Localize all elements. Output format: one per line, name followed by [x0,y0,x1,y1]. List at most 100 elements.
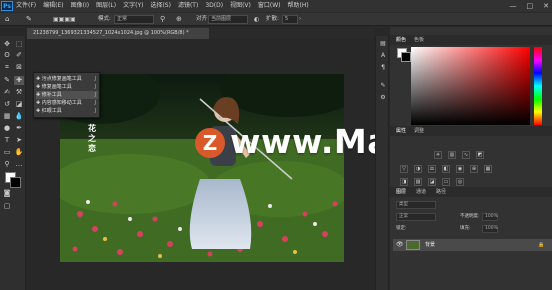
eraser-icon[interactable]: ◪ [14,100,24,109]
menu-help[interactable]: 帮助(H) [288,0,309,12]
shape-icon[interactable]: ▭ [2,148,12,157]
posterize-icon[interactable]: ▨ [414,178,422,186]
curves-icon[interactable]: ∿ [462,151,470,159]
gradient-map-icon[interactable]: ▭ [442,178,450,186]
invert-icon[interactable]: ◨ [400,178,408,186]
tab-adjustments[interactable]: 调整 [414,126,424,136]
panel-background-swatch[interactable] [401,52,411,62]
flyout-item-selected[interactable]: ✚ 修补工具 J [36,91,98,99]
exposure-icon[interactable]: ◩ [476,151,484,159]
red-eye-icon: ✚ [36,108,41,114]
bw-icon[interactable]: ◧ [442,165,450,173]
flyout-item[interactable]: ✚ 修复画笔工具 J [36,83,98,91]
gradient-icon[interactable]: ▦ [2,112,12,121]
healing-brush-tool-icon[interactable]: ✚ [14,76,24,85]
blur-icon[interactable]: 💧 [14,112,24,121]
sample-select[interactable]: 当前图层 [208,15,248,24]
healing-tools-flyout: ✚ 污点修复画笔工具 J ✚ 修复画笔工具 J ✚ 修补工具 J ✚ 内容感知移… [33,72,100,118]
mixer-icon[interactable]: ⊕ [470,165,478,173]
background-color-swatch[interactable] [10,177,21,188]
eyedropper-icon[interactable]: ✎ [2,76,12,85]
flyout-item[interactable]: ✚ 内容感知移动工具 J [36,99,98,107]
zoom-icon[interactable]: ⚲ [2,160,12,169]
canvas-photo[interactable] [60,74,344,262]
maximize-button[interactable]: □ [527,0,534,12]
window-controls: — □ ✕ [510,0,550,12]
hue-icon[interactable]: ◑ [414,165,422,173]
hand-icon[interactable]: ✋ [14,148,24,157]
close-button[interactable]: ✕ [543,0,549,12]
menu-view[interactable]: 视图(V) [230,0,251,12]
spread-input[interactable]: 5 [282,15,298,24]
quick-select-icon[interactable]: ✐ [14,51,24,60]
frame-icon[interactable]: ⊠ [14,63,24,72]
flyout-item[interactable]: ✚ 红眼工具 J [36,107,98,115]
vibrance-icon[interactable]: ▽ [400,165,408,173]
lookup-icon[interactable]: ▦ [484,165,492,173]
home-icon[interactable]: ⌂ [5,15,9,24]
document-tab[interactable]: 21238799_1369321334527_1024x1024.jpg @ 1… [27,28,209,39]
ignore-adjust-icon[interactable]: ◐ [254,15,259,24]
spot-healing-icon: ✚ [36,76,41,82]
marquee-icon[interactable]: ⬚ [14,40,24,49]
quick-mask-icon[interactable]: ◙ [2,189,12,198]
sample-mode-icons[interactable]: ▣▣▣▣ [53,15,76,24]
tab-channels[interactable]: 通道 [416,187,426,197]
layers-panel-tabs: 图层 通道 路径 [390,187,552,197]
healing-brush-icon[interactable]: ✎ [26,15,32,24]
minimize-button[interactable]: — [510,0,517,12]
blend-mode-select[interactable]: 正常 [396,213,436,221]
tab-color[interactable]: 颜色 [396,35,406,45]
photo-filter-icon[interactable]: ◉ [456,165,464,173]
tool-bar: ✥ ⬚ ʘ ✐ ⌗ ⊠ ✎ ✚ ✍ ⚒ ↺ ◪ ▦ 💧 ● ✒ T ➤ ▭ ✋ … [0,36,26,290]
brightness-icon[interactable]: ☀ [434,151,442,159]
hue-slider[interactable] [534,47,542,125]
menu-type[interactable]: 文字(Y) [123,0,143,12]
fill-input[interactable]: 100% [482,225,498,233]
character-panel-icon[interactable]: A [379,52,387,60]
tool-presets-icon[interactable]: ⚙ [379,94,387,102]
move-icon[interactable]: ✥ [2,40,12,49]
path-select-icon[interactable]: ➤ [14,136,24,145]
target-icon[interactable]: ⊕ [176,15,182,24]
tab-properties[interactable]: 属性 [396,126,406,136]
menu-image[interactable]: 图像(I) [71,0,89,12]
menu-edit[interactable]: 编辑(E) [43,0,63,12]
menu-filter[interactable]: 滤镜(T) [178,0,198,12]
flyout-item[interactable]: ✚ 污点修复画笔工具 J [36,75,98,83]
paragraph-panel-icon[interactable]: ¶ [379,64,387,72]
history-panel-icon[interactable]: ▤ [379,40,387,48]
pen-icon[interactable]: ✒ [14,124,24,133]
balance-icon[interactable]: ⚖ [428,165,436,173]
align-label[interactable]: 对齐 [196,15,207,24]
menu-file[interactable]: 文件(F) [16,0,36,12]
pin-icon[interactable]: ⚲ [160,15,165,24]
layer-filter-select[interactable]: 类型 [396,201,436,209]
menu-window[interactable]: 窗口(W) [258,0,281,12]
tab-paths[interactable]: 路径 [436,187,446,197]
menu-layer[interactable]: 图层(L) [96,0,116,12]
visibility-eye-icon[interactable]: 👁 [396,239,404,251]
opacity-input[interactable]: 100% [482,213,498,221]
crop-icon[interactable]: ⌗ [2,63,12,72]
color-picker-field[interactable] [411,47,530,125]
brush-icon[interactable]: ✍ [2,88,12,97]
history-brush-icon[interactable]: ↺ [2,100,12,109]
dodge-icon[interactable]: ● [2,124,12,133]
type-icon[interactable]: T [2,136,12,145]
tab-layers[interactable]: 图层 [396,187,406,197]
menu-3d[interactable]: 3D(D) [205,0,223,12]
flyout-shortcut: J [94,100,96,106]
spread-arrow-icon[interactable]: › [299,15,301,24]
menu-select[interactable]: 选择(S) [150,0,171,12]
screen-mode-icon[interactable]: ▢ [2,202,12,211]
mode-select[interactable]: 正常 [114,15,154,24]
more-tools-icon[interactable]: … [14,160,24,169]
threshold-icon[interactable]: ◪ [428,178,436,186]
tab-swatches[interactable]: 色板 [414,35,424,45]
levels-icon[interactable]: ▥ [448,151,456,159]
lasso-icon[interactable]: ʘ [2,51,12,60]
brush-settings-icon[interactable]: ✎ [379,82,387,90]
stamp-icon[interactable]: ⚒ [14,88,24,97]
selective-color-icon[interactable]: ◎ [456,178,464,186]
